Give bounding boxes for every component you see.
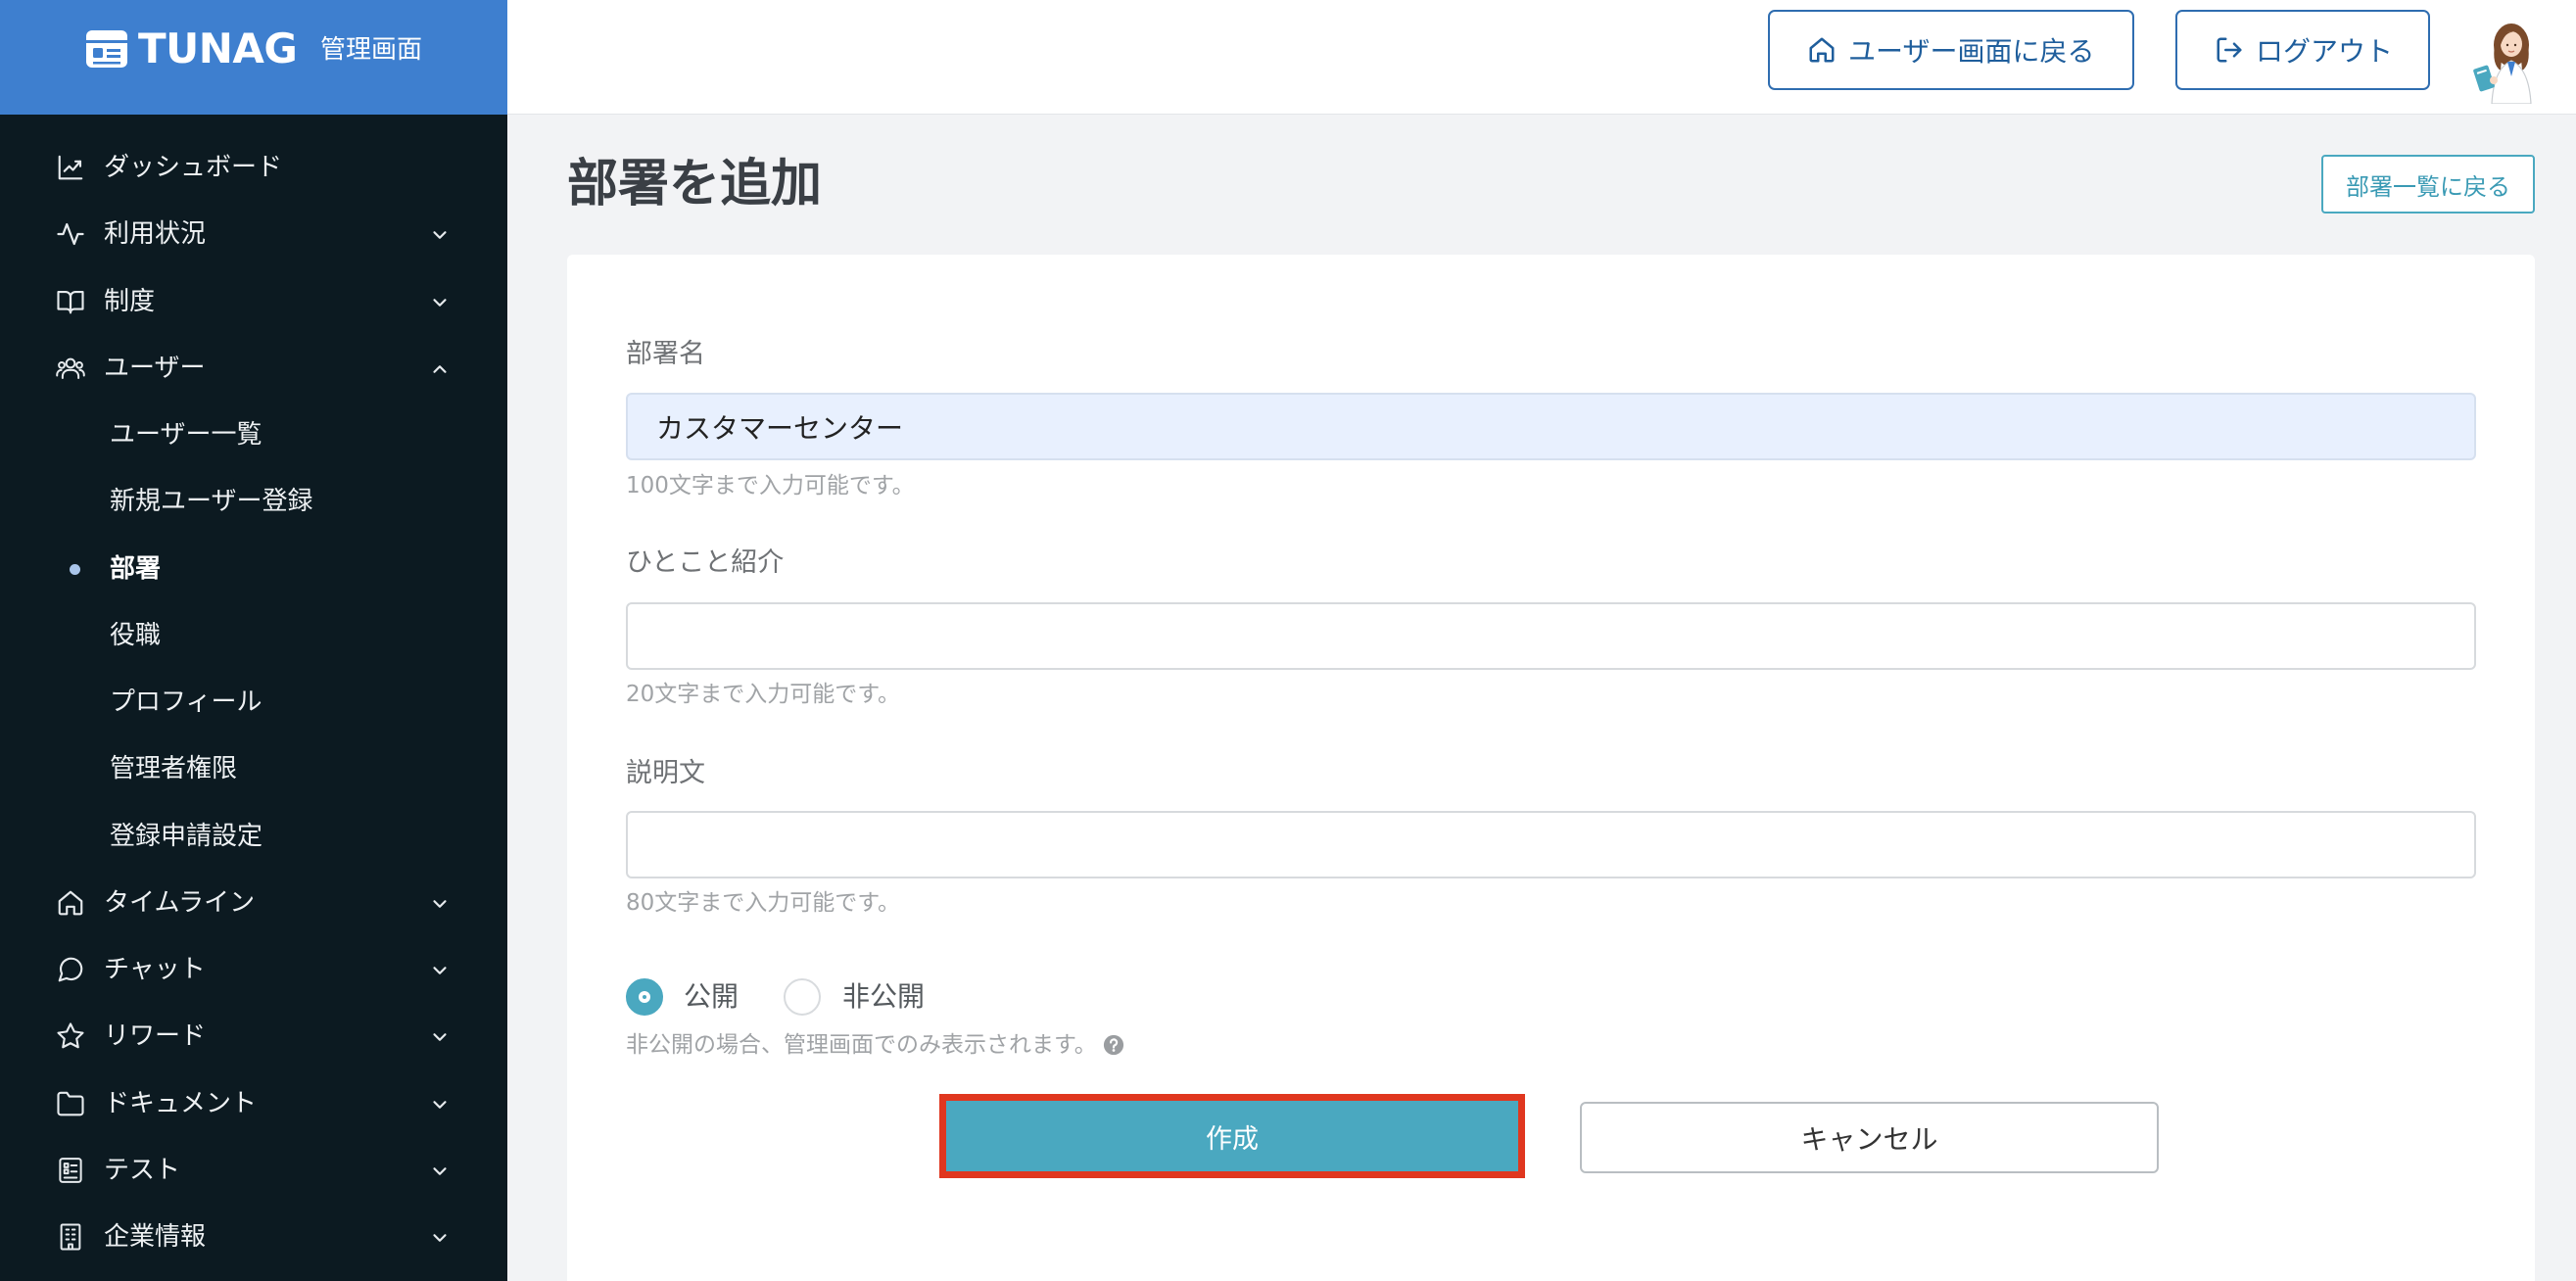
sidebar-item-label: タイムライン	[104, 887, 256, 918]
sidebar-subitem-user-list[interactable]: ユーザー一覧	[0, 402, 507, 468]
sidebar-subitem-label: 部署	[110, 553, 162, 584]
sidebar-item-label: 制度	[104, 286, 156, 316]
sidebar-item-company-info[interactable]: 企業情報	[0, 1204, 507, 1270]
sidebar-item-label: テスト	[104, 1155, 181, 1185]
building-icon	[60, 1223, 81, 1251]
private-radio[interactable]	[784, 978, 821, 1016]
home-icon	[1809, 37, 1835, 63]
sidebar-subitem-label: 管理者権限	[110, 754, 238, 784]
sidebar: TUNAG 管理画面 ダッシュボード 利用状況 制度 ユーザー ユーザー一覧 新…	[0, 0, 507, 1281]
chevron-up-icon[interactable]	[429, 358, 451, 380]
help-icon[interactable]	[1103, 1034, 1124, 1056]
activity-icon	[57, 223, 84, 246]
intro-hint: 20文字まで入力可能です。	[626, 682, 900, 707]
sidebar-subitem-positions[interactable]: 役職	[0, 602, 507, 669]
chevron-down-icon[interactable]	[429, 1026, 451, 1048]
users-icon	[56, 357, 85, 379]
active-indicator-dot	[70, 563, 80, 575]
cancel-button[interactable]: キャンセル	[1580, 1102, 2159, 1173]
department-form-card: 部署名 100文字まで入力可能です。 ひとこと紹介 20文字まで入力可能です。 …	[567, 255, 2535, 1281]
visibility-radio-group: 公開 非公開	[567, 977, 1253, 1017]
sidebar-item-usage[interactable]: 利用状況	[0, 201, 507, 267]
public-radio-label[interactable]: 公開	[684, 977, 739, 1017]
sidebar-subitem-label: プロフィール	[110, 688, 262, 717]
sidebar-subitem-label: ユーザー一覧	[110, 420, 262, 450]
sidebar-subitem-admin-permissions[interactable]: 管理者権限	[0, 735, 507, 802]
sidebar-item-label: ダッシュボード	[104, 153, 283, 182]
sidebar-item-system[interactable]: 制度	[0, 268, 507, 335]
description-label: 説明文	[626, 758, 705, 788]
sidebar-subitem-label: 登録申請設定	[110, 821, 263, 851]
sidebar-nav: ダッシュボード 利用状況 制度 ユーザー ユーザー一覧 新規ユーザー登録 部署 …	[0, 134, 507, 1270]
sidebar-subitem-registration-settings[interactable]: 登録申請設定	[0, 803, 507, 870]
home-icon	[58, 890, 83, 916]
intro-input[interactable]	[626, 602, 2476, 670]
department-name-hint: 100文字まで入力可能です。	[626, 473, 915, 498]
intro-label: ひとこと紹介	[626, 547, 785, 578]
chevron-down-icon[interactable]	[429, 1227, 451, 1249]
sidebar-subitem-profile[interactable]: プロフィール	[0, 669, 507, 735]
private-radio-label[interactable]: 非公開	[842, 977, 925, 1017]
page-title: 部署を追加	[567, 155, 823, 214]
back-to-user-screen-label: ユーザー画面に戻る	[1848, 35, 2095, 68]
back-to-department-list-button[interactable]: 部署一覧に戻る	[2321, 155, 2535, 214]
sidebar-subitem-new-user[interactable]: 新規ユーザー登録	[0, 468, 507, 535]
sidebar-item-label: ユーザー	[104, 353, 206, 383]
logo-subtitle: 管理画面	[320, 35, 423, 65]
logout-label: ログアウト	[2256, 35, 2394, 68]
sidebar-item-label: 利用状況	[104, 219, 207, 250]
department-name-input[interactable]	[626, 393, 2476, 460]
sidebar-item-label: チャット	[104, 955, 206, 984]
sidebar-item-label: ドキュメント	[104, 1088, 258, 1118]
star-icon	[57, 1022, 84, 1049]
sidebar-item-documents[interactable]: ドキュメント	[0, 1070, 507, 1137]
chart-line-icon	[58, 155, 83, 180]
create-button[interactable]: 作成	[939, 1094, 1525, 1178]
user-avatar[interactable]	[2468, 16, 2543, 104]
chevron-down-icon[interactable]	[429, 224, 451, 246]
chevron-down-icon[interactable]	[429, 893, 451, 915]
book-open-icon	[57, 290, 84, 313]
department-name-label: 部署名	[626, 339, 705, 369]
chevron-down-icon[interactable]	[429, 960, 451, 981]
logo-brand: TUNAG	[138, 24, 298, 72]
back-to-user-screen-button[interactable]: ユーザー画面に戻る	[1768, 10, 2134, 90]
visibility-hint: 非公開の場合、管理画面でのみ表示されます。	[626, 1030, 1124, 1060]
message-circle-icon	[58, 957, 83, 982]
sidebar-item-dashboard[interactable]: ダッシュボード	[0, 134, 507, 201]
sidebar-subitem-label: 役職	[110, 620, 162, 650]
description-input[interactable]	[626, 811, 2476, 878]
folder-icon	[57, 1091, 84, 1115]
sidebar-subitem-label: 新規ユーザー登録	[110, 487, 313, 517]
sidebar-item-reward[interactable]: リワード	[0, 1003, 507, 1069]
logout-button[interactable]: ログアウト	[2175, 10, 2430, 90]
public-radio[interactable]	[626, 978, 663, 1016]
description-hint: 80文字まで入力可能です。	[626, 890, 900, 916]
sidebar-subitem-departments[interactable]: 部署	[0, 536, 507, 602]
sidebar-item-label: リワード	[104, 1021, 207, 1052]
sidebar-item-chat[interactable]: チャット	[0, 936, 507, 1003]
sidebar-item-users[interactable]: ユーザー	[0, 335, 507, 402]
chevron-down-icon[interactable]	[429, 1094, 451, 1115]
tunag-logo-icon	[86, 30, 127, 68]
logo-bar[interactable]: TUNAG 管理画面	[0, 0, 507, 115]
sidebar-item-timeline[interactable]: タイムライン	[0, 870, 507, 936]
chevron-down-icon[interactable]	[429, 292, 451, 313]
sidebar-item-label: 企業情報	[104, 1222, 207, 1252]
chevron-down-icon[interactable]	[429, 1161, 451, 1182]
clipboard-list-icon	[59, 1157, 82, 1183]
logout-icon	[2217, 37, 2242, 63]
visibility-hint-text: 非公開の場合、管理画面でのみ表示されます。	[626, 1032, 1097, 1058]
sidebar-item-test[interactable]: テスト	[0, 1137, 507, 1204]
